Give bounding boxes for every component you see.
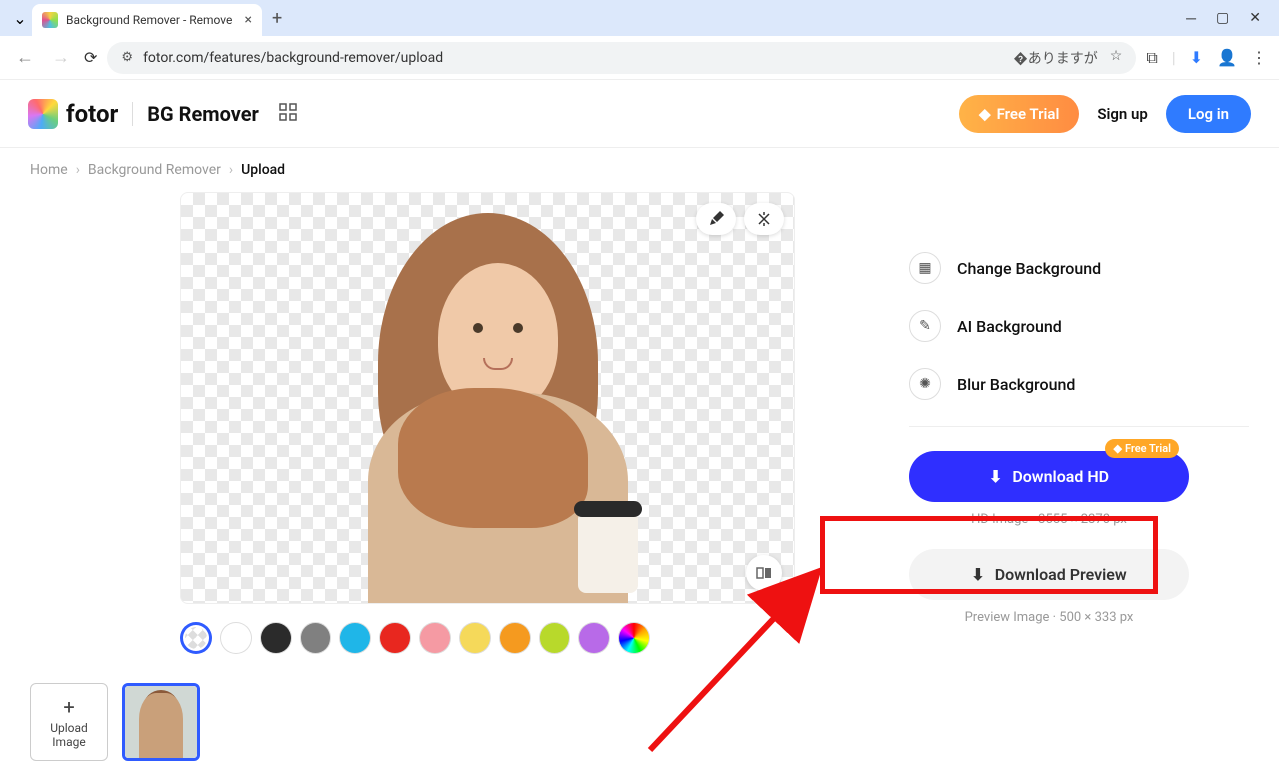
color-swatch-white[interactable] xyxy=(220,622,252,654)
profile-icon[interactable]: 👤 xyxy=(1217,48,1237,67)
app-header: fotor BG Remover ◆ Free Trial Sign up Lo… xyxy=(0,80,1279,148)
window-controls: ─ ▢ ✕ xyxy=(1186,10,1271,27)
free-trial-badge: ◆Free Trial xyxy=(1105,439,1179,458)
magic-tool-button[interactable] xyxy=(744,203,784,235)
reload-button[interactable]: ⟳ xyxy=(84,48,97,67)
image-thumbnail[interactable] xyxy=(122,683,200,761)
apps-grid-icon[interactable] xyxy=(279,103,297,125)
color-swatch-rainbow[interactable] xyxy=(618,622,650,654)
url-text: fotor.com/features/background-remover/up… xyxy=(143,50,443,66)
browser-toolbar: ← → ⟳ ⚙ fotor.com/features/background-re… xyxy=(0,36,1279,80)
breadcrumb-current: Upload xyxy=(241,162,285,178)
new-tab-button[interactable]: + xyxy=(272,8,282,29)
diamond-icon: ◆ xyxy=(979,105,991,123)
thumbnail-strip: + Upload Image xyxy=(30,683,200,761)
blur-background-option[interactable]: ✺ Blur Background xyxy=(909,368,1249,400)
compare-button[interactable] xyxy=(746,555,782,591)
browser-tab[interactable]: Background Remover - Remove × xyxy=(32,4,262,36)
color-swatch-black[interactable] xyxy=(260,622,292,654)
color-swatch-gray[interactable] xyxy=(300,622,332,654)
maximize-icon[interactable]: ▢ xyxy=(1216,10,1229,27)
color-swatch-cyan[interactable] xyxy=(339,622,371,654)
color-swatch-transparent[interactable] xyxy=(180,622,212,654)
close-tab-icon[interactable]: × xyxy=(245,12,252,28)
breadcrumb: Home › Background Remover › Upload xyxy=(0,148,1279,192)
subject-cutout xyxy=(288,193,688,604)
download-icon: ⬇ xyxy=(989,467,1002,486)
fotor-logo[interactable] xyxy=(28,99,58,129)
forward-button[interactable]: → xyxy=(48,43,74,72)
image-canvas[interactable] xyxy=(180,192,795,604)
download-icon: ⬇ xyxy=(971,565,984,584)
close-window-icon[interactable]: ✕ xyxy=(1249,10,1261,27)
minimize-icon[interactable]: ─ xyxy=(1186,10,1196,27)
tab-title: Background Remover - Remove xyxy=(66,13,237,27)
divider xyxy=(909,426,1249,427)
ai-background-option[interactable]: ✎ AI Background xyxy=(909,310,1249,342)
breadcrumb-home[interactable]: Home xyxy=(30,162,68,178)
breadcrumb-bgremover[interactable]: Background Remover xyxy=(88,162,221,178)
login-button[interactable]: Log in xyxy=(1166,95,1251,133)
color-swatch-orange[interactable] xyxy=(499,622,531,654)
background-color-picker xyxy=(180,622,650,654)
extensions-icon[interactable]: ⧉ xyxy=(1146,48,1157,68)
color-swatch-lime[interactable] xyxy=(539,622,571,654)
chevron-right-icon: › xyxy=(76,162,80,178)
chevron-right-icon: › xyxy=(229,162,233,178)
download-preview-button[interactable]: ⬇ Download Preview xyxy=(909,549,1189,600)
upload-image-button[interactable]: + Upload Image xyxy=(30,683,108,761)
color-swatch-yellow[interactable] xyxy=(459,622,491,654)
color-swatch-pink[interactable] xyxy=(419,622,451,654)
menu-icon[interactable]: ⋮ xyxy=(1251,48,1267,67)
free-trial-button[interactable]: ◆ Free Trial xyxy=(959,95,1079,133)
color-swatch-red[interactable] xyxy=(379,622,411,654)
downloads-icon[interactable]: ⬇ xyxy=(1190,48,1203,67)
brush-tool-button[interactable] xyxy=(696,203,736,235)
tab-favicon xyxy=(42,12,58,28)
image-icon: ▦ xyxy=(909,252,941,284)
divider xyxy=(132,102,133,126)
bookmark-icon[interactable]: ☆ xyxy=(1110,48,1123,68)
blur-icon: ✺ xyxy=(909,368,941,400)
plus-icon: + xyxy=(63,695,74,719)
preview-info-text: Preview Image · 500 × 333 px xyxy=(909,610,1189,625)
brand-name: fotor xyxy=(66,100,118,128)
download-hd-button[interactable]: ◆Free Trial ⬇ Download HD xyxy=(909,451,1189,502)
address-bar[interactable]: ⚙ fotor.com/features/background-remover/… xyxy=(107,42,1136,74)
canvas-area xyxy=(30,192,650,654)
tab-search-dropdown[interactable]: ⌄ xyxy=(8,6,32,30)
product-name: BG Remover xyxy=(147,102,259,126)
install-app-icon[interactable]: �ありますが xyxy=(1013,48,1097,68)
sidebar: ▦ Change Background ✎ AI Background ✺ Bl… xyxy=(909,192,1249,654)
site-settings-icon[interactable]: ⚙ xyxy=(121,50,133,65)
color-swatch-purple[interactable] xyxy=(578,622,610,654)
browser-tab-strip: ⌄ Background Remover - Remove × + ─ ▢ ✕ xyxy=(0,0,1279,36)
change-background-option[interactable]: ▦ Change Background xyxy=(909,252,1249,284)
hd-info-text: HD Image · 3555 × 2370 px xyxy=(909,512,1189,527)
back-button[interactable]: ← xyxy=(12,43,38,72)
ai-icon: ✎ xyxy=(909,310,941,342)
signup-link[interactable]: Sign up xyxy=(1097,105,1148,123)
